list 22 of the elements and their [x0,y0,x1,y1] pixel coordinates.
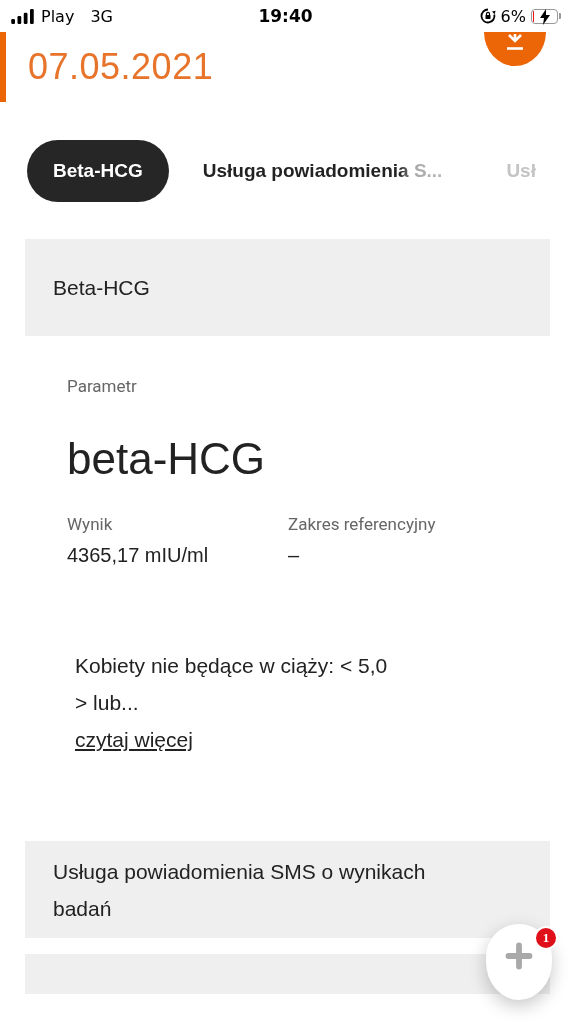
download-button[interactable] [484,32,546,66]
field-label: Zakres referencyjny [288,514,437,534]
range-value: – [288,544,301,567]
result-value: 4365,17 mIU/ml [67,544,210,567]
section-header[interactable]: Beta-HCG [25,239,550,336]
tab[interactable]: Beta-HCG [27,140,169,202]
clock: 19:40 [258,6,313,26]
notification-badge: 1 [534,926,558,950]
download-icon [505,34,525,50]
signal-icon [10,8,35,24]
parameter-name: beta-HCG [67,434,267,484]
field-label: Parametr [67,376,138,396]
battery-percent: 6% [500,6,526,26]
note-text: Kobiety nie będące w ciąży: < 5,0 > lub... [75,653,389,716]
carrier-name: Play [41,6,75,26]
date-heading: 07.05.2021 [28,46,214,88]
plus-icon [505,942,533,970]
read-more-link[interactable]: czytaj więcej [75,721,193,758]
field-label: Wynik [67,514,114,534]
network-type: 3G [90,6,113,26]
rotation-lock-icon [479,8,496,24]
accent-bar [0,32,6,102]
